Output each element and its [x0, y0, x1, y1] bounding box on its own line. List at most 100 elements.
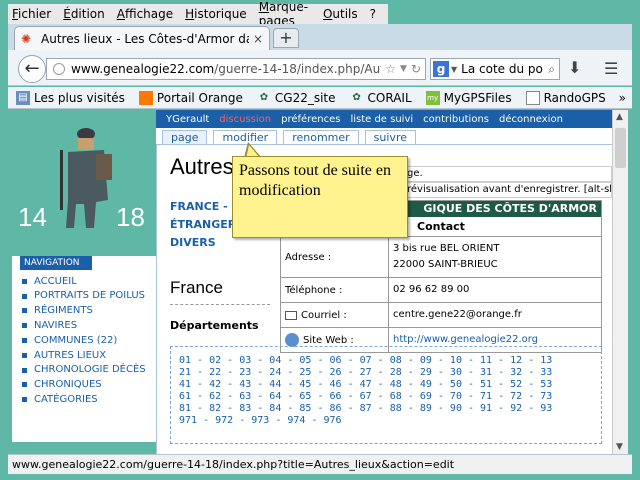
site-logo[interactable]: 14 18 — [12, 110, 156, 256]
bookmark-cg22[interactable]: ✿ CG22_site — [257, 91, 336, 105]
tab-page[interactable]: page — [162, 130, 208, 145]
email-label-cell: Courriel : — [281, 303, 389, 327]
infobox-row-phone: Téléphone : 02 96 62 89 00 — [281, 278, 601, 303]
section-title: France — [170, 278, 223, 297]
status-bar: www.genealogie22.com/guerre-14-18/index.… — [8, 454, 632, 474]
bookmark-label: MyGPSFiles — [443, 90, 512, 105]
bookmark-plus-visites[interactable]: ▤ Les plus visités — [16, 90, 125, 105]
nav-chronologie[interactable]: CHRONOLOGIE DÉCÈS — [20, 363, 150, 377]
bookmark-star-icon[interactable]: ☆ — [385, 62, 396, 76]
tab-strip: ✺ Autres lieux - Les Côtes-d'Armor dans … — [8, 24, 632, 50]
globe-icon — [285, 333, 299, 347]
navigation-toolbar: ← www.genealogie22.com/guerre-14-18/inde… — [8, 50, 632, 86]
new-tab-button[interactable]: + — [273, 28, 299, 48]
nav-portraits[interactable]: PORTRAITS DE POILUS — [20, 289, 150, 303]
address-value: 3 bis rue BEL ORIENT 22000 SAINT-BRIEUC — [393, 243, 500, 270]
subsection-title: Départements — [170, 319, 259, 332]
user-bar: YGerault discussion préférences liste de… — [156, 110, 612, 128]
nav-communes[interactable]: COMMUNES (22) — [20, 333, 150, 348]
soldier-icon — [60, 128, 112, 228]
bookmark-label: Les plus visités — [34, 90, 125, 105]
globe-icon — [53, 63, 65, 75]
edit-tooltip-line2: révisualisation avant d'enregistrer. [al… — [402, 182, 612, 198]
logout-link[interactable]: déconnexion — [499, 114, 563, 125]
menu-affichage[interactable]: Affichage — [117, 7, 173, 21]
nav-list: ACCUEIL PORTRAITS DE POILUS RÉGIMENTS NA… — [20, 274, 150, 407]
bookmarks-toolbar: ▤ Les plus visités Portail Orange ✿ CG22_s… — [8, 87, 632, 109]
page-tabs: page modifier renommer suivre — [162, 130, 422, 145]
search-icon[interactable]: ⌕ — [548, 62, 555, 77]
orange-icon — [138, 90, 153, 105]
email-value: centre.gene22@orange.fr — [393, 309, 522, 320]
nav-header: NAVIGATION — [20, 256, 92, 270]
back-button[interactable]: ← — [18, 55, 46, 83]
nav-chroniques[interactable]: CHRONIQUES — [20, 377, 150, 392]
nav-navires[interactable]: NAVIRES — [20, 318, 150, 333]
sidebar-footer — [12, 442, 156, 454]
scroll-down-icon[interactable]: ▼ — [616, 442, 623, 452]
search-bar[interactable]: g ▼ La cote du po ⌕ — [430, 58, 560, 80]
phone-value: 02 96 62 89 00 — [393, 284, 470, 295]
url-path: /guerre-14-18/index.php/Autr — [214, 62, 382, 76]
nav-categories[interactable]: CATÉGORIES — [20, 392, 150, 407]
user-link[interactable]: YGerault — [166, 114, 209, 125]
tab-title: Autres lieux - Les Côtes-d'Armor dans la… — [41, 31, 249, 46]
menu-outils[interactable]: Outils — [323, 7, 358, 21]
bookmark-label: RandoGPS — [543, 90, 606, 105]
nav-accueil[interactable]: ACCUEIL — [20, 274, 150, 289]
menu-fichier[interactable]: Fichier — [12, 7, 51, 21]
bookmarks-folder-icon: ▤ — [16, 90, 30, 105]
bookmark-corail[interactable]: ✿ CORAIL — [350, 90, 412, 105]
menu-historique[interactable]: Historique — [185, 7, 247, 21]
bookmark-label: CG22_site — [274, 90, 336, 105]
google-icon[interactable]: g — [433, 61, 449, 77]
url-bar[interactable]: www.genealogie22.com/guerre-14-18/index.… — [46, 58, 426, 80]
cg22-icon: ✿ — [259, 91, 269, 103]
tab-close-icon[interactable]: × — [253, 32, 263, 46]
bookmark-label: CORAIL — [367, 90, 412, 105]
site-favicon-icon: ✺ — [21, 31, 32, 46]
page-scrollbar[interactable]: ▲ ▼ — [612, 110, 628, 454]
browser-tab[interactable]: ✺ Autres lieux - Les Côtes-d'Armor dans … — [14, 26, 270, 50]
preferences-link[interactable]: préférences — [281, 114, 340, 125]
annotation-callout: Passons tout de suite en modification — [232, 156, 408, 238]
phone-label: Téléphone : — [281, 278, 389, 302]
tab-suivre[interactable]: suivre — [364, 130, 416, 145]
menu-bar: Fichier Édition Affichage Historique Mar… — [8, 0, 388, 28]
bookmarks-more-icon[interactable]: » — [619, 91, 626, 105]
hamburger-menu-icon[interactable]: ☰ — [604, 59, 618, 78]
menu-edition[interactable]: Édition — [63, 7, 105, 21]
url-dropdown-icon[interactable]: ▼ — [400, 64, 407, 74]
search-input[interactable]: La cote du po — [461, 62, 548, 76]
departements-list[interactable]: 01 - 02 - 03 - 04 - 05 - 06 - 07 - 08 - … — [170, 346, 602, 444]
page-title: Autres — [170, 154, 234, 179]
watchlist-link[interactable]: liste de suivi — [350, 114, 413, 125]
bookmark-randogps[interactable]: RandoGPS — [525, 90, 606, 105]
infobox-row-address: Adresse : 3 bis rue BEL ORIENT 22000 SAI… — [281, 237, 601, 278]
discussion-link[interactable]: discussion — [219, 114, 271, 125]
bookmark-label: Portail Orange — [156, 90, 243, 105]
nav-autres-lieux[interactable]: AUTRES LIEUX — [20, 348, 150, 363]
logo-18: 18 — [116, 202, 145, 232]
logo-14: 14 — [18, 202, 47, 232]
corail-icon: ✿ — [352, 91, 361, 103]
tab-renommer[interactable]: renommer — [283, 130, 359, 145]
email-label: Courriel : — [301, 309, 347, 321]
bookmark-portail-orange[interactable]: Portail Orange — [138, 90, 243, 105]
reload-icon[interactable]: ↻ — [411, 62, 421, 76]
gps-icon: my — [425, 90, 440, 105]
menu-help[interactable]: ? — [370, 7, 376, 21]
scroll-up-icon[interactable]: ▲ — [616, 112, 623, 122]
scroll-thumb[interactable] — [615, 128, 626, 168]
contributions-link[interactable]: contributions — [423, 114, 489, 125]
download-icon[interactable]: ⬇ — [568, 58, 581, 77]
infobox-row-email: Courriel : centre.gene22@orange.fr — [281, 303, 601, 328]
url-text: www.genealogie22.com/guerre-14-18/index.… — [71, 62, 381, 76]
search-engine-dropdown-icon[interactable]: ▼ — [451, 65, 457, 74]
url-domain: www.genealogie22.com — [71, 62, 215, 76]
address-label: Adresse : — [281, 237, 389, 277]
bookmark-mygpsfiles[interactable]: my MyGPSFiles — [425, 90, 512, 105]
edit-tooltip-line1: ge. — [402, 166, 612, 182]
sidebar: NAVIGATION ACCUEIL PORTRAITS DE POILUS R… — [12, 256, 156, 454]
nav-regiments[interactable]: RÉGIMENTS — [20, 303, 150, 318]
